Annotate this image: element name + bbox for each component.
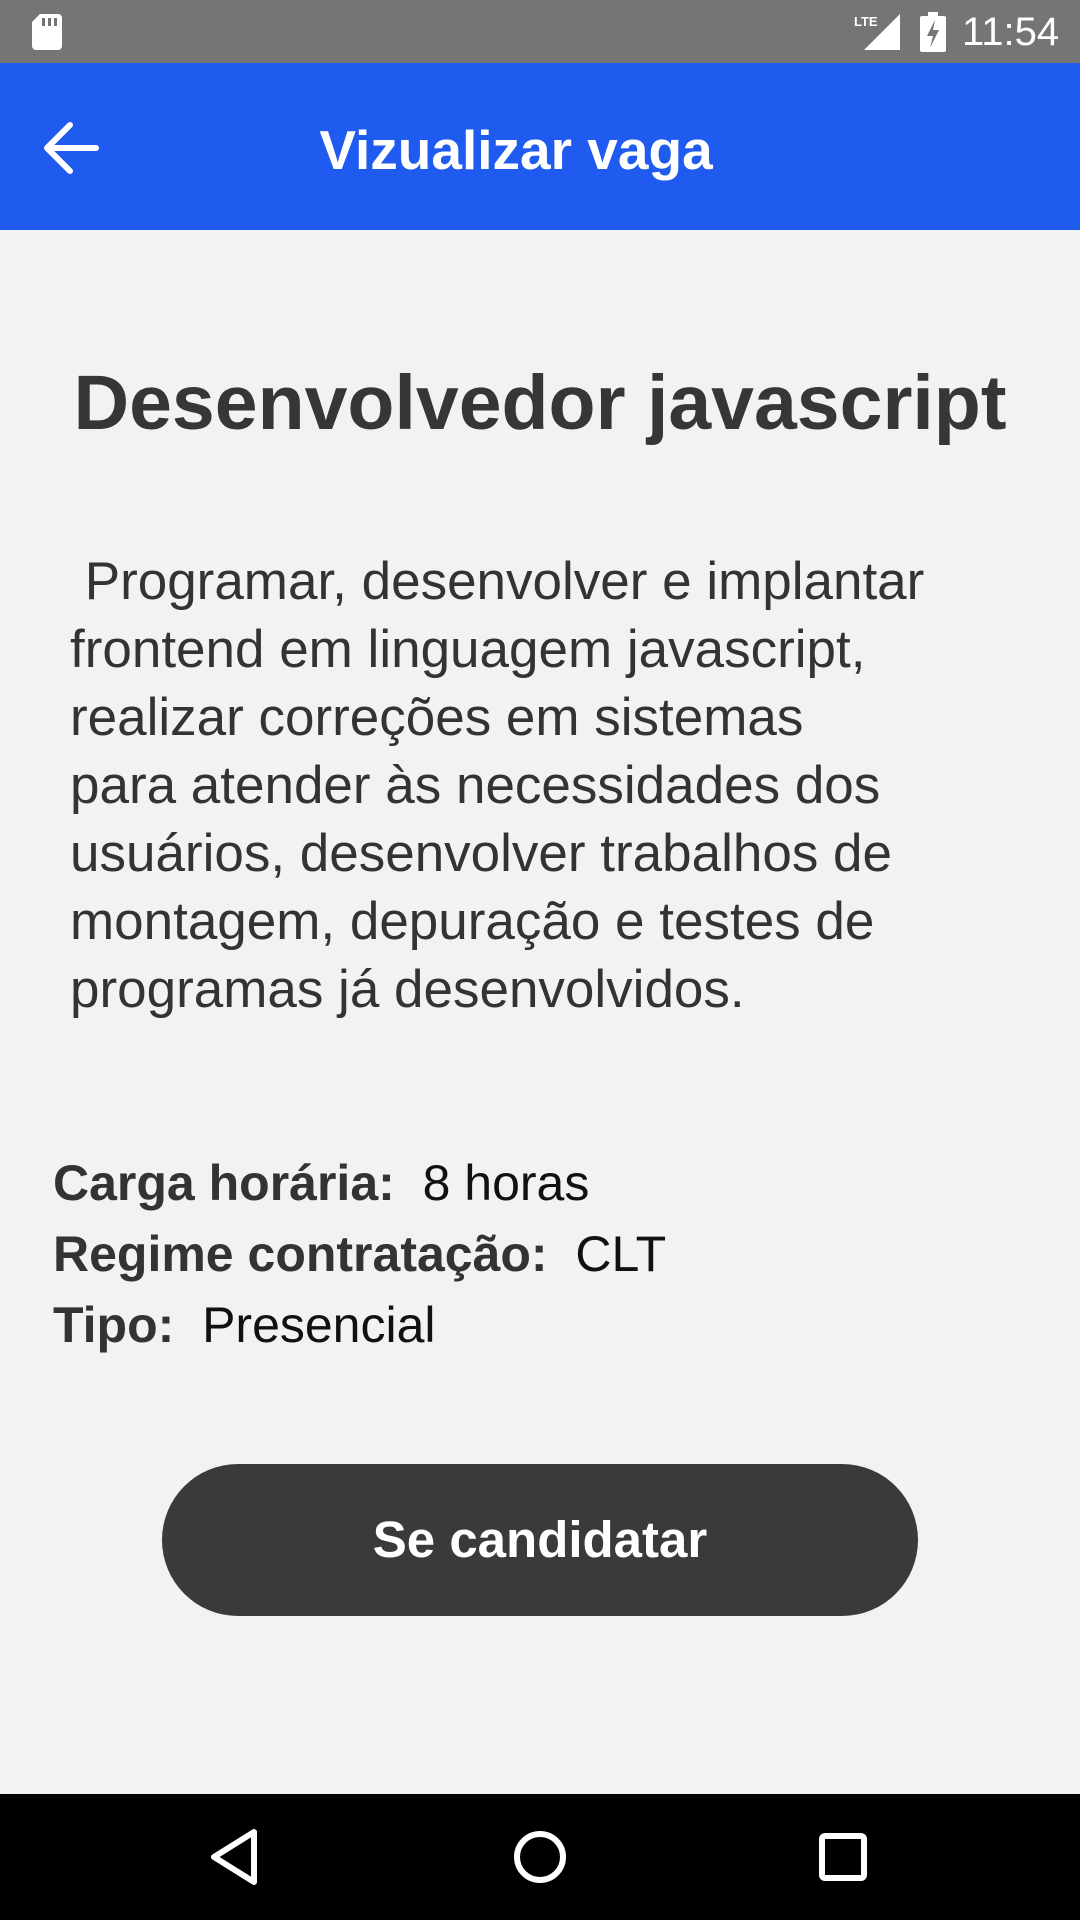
detail-type: Tipo: Presencial: [53, 1290, 1033, 1361]
status-bar: LTE 11:54: [0, 0, 1080, 63]
detail-value: 8 horas: [422, 1155, 590, 1211]
navigation-bar: [0, 1794, 1080, 1920]
nav-recents-icon: [819, 1833, 867, 1881]
detail-value: Presencial: [202, 1297, 436, 1353]
detail-label: Regime contratação:: [53, 1226, 548, 1282]
sd-card-icon: [32, 14, 62, 50]
apply-button[interactable]: Se candidatar: [162, 1464, 918, 1616]
detail-value: CLT: [575, 1226, 667, 1282]
nav-recents-button[interactable]: [808, 1822, 878, 1892]
screen: LTE 11:54 Vizualizar vaga Desenvolvedor …: [0, 0, 1080, 1920]
job-details: Carga horária: 8 horas Regime contrataçã…: [53, 1148, 1033, 1361]
detail-workload: Carga horária: 8 horas: [53, 1148, 1033, 1219]
detail-label: Carga horária:: [53, 1155, 395, 1211]
job-title: Desenvolvedor javascript: [73, 360, 1007, 446]
nav-back-button[interactable]: [202, 1822, 272, 1892]
app-bar: Vizualizar vaga: [0, 63, 1080, 230]
nav-back-icon: [211, 1829, 257, 1885]
svg-text:LTE: LTE: [854, 14, 878, 29]
detail-label: Tipo:: [53, 1297, 175, 1353]
nav-home-button[interactable]: [505, 1822, 575, 1892]
detail-contract-regime: Regime contratação: CLT: [53, 1219, 1033, 1290]
status-time: 11:54: [962, 10, 1060, 54]
job-description: Programar, desenvolver e implantar front…: [70, 552, 925, 1019]
lte-signal-icon: LTE: [852, 12, 902, 52]
battery-charging-icon: [920, 12, 946, 52]
page-title: Vizualizar vaga: [319, 119, 713, 181]
nav-home-icon: [514, 1831, 566, 1883]
